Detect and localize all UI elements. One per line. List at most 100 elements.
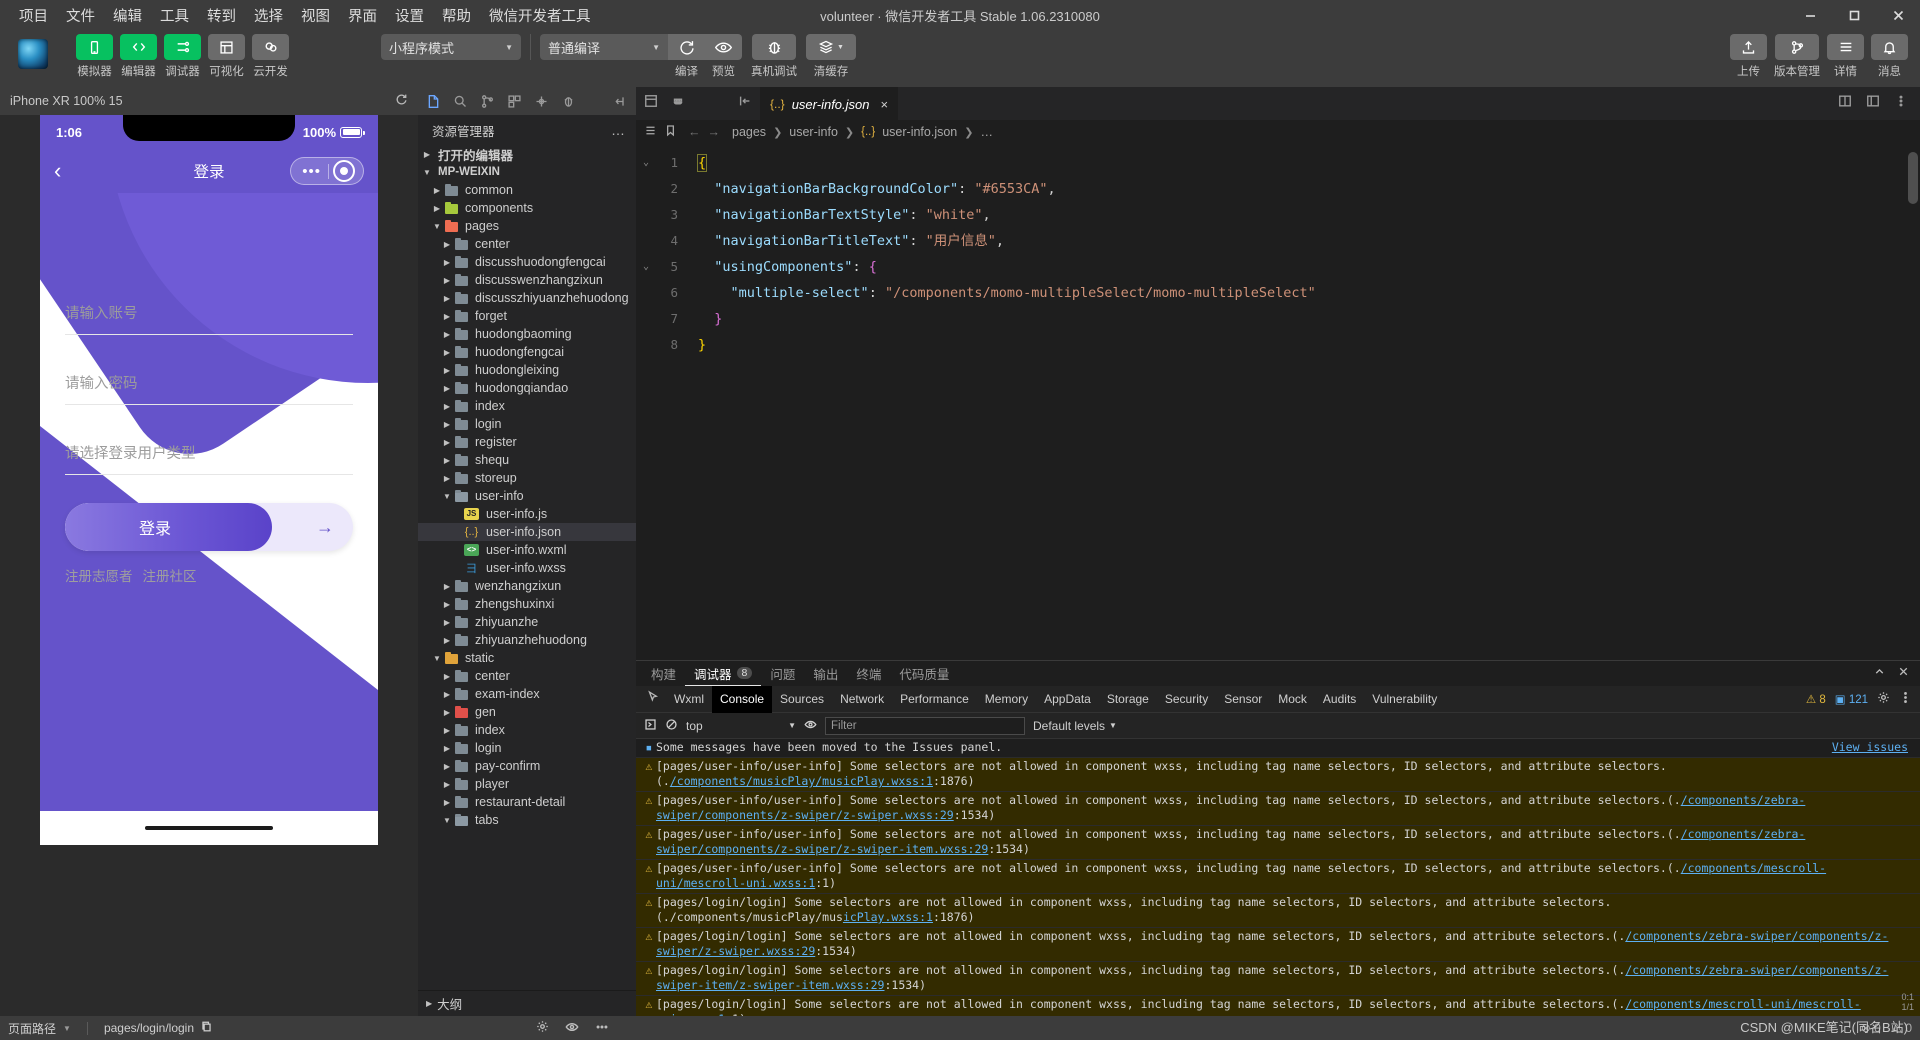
console-message-1[interactable]: ⚠ [pages/user-info/user-info] Some select… xyxy=(636,757,1920,792)
tree-item-huodongqiandao[interactable]: ▶ huodongqiandao xyxy=(418,379,636,397)
extensions-icon[interactable] xyxy=(501,87,528,115)
devtools-tab-vulnerability[interactable]: Vulnerability xyxy=(1364,686,1445,713)
docker-icon[interactable] xyxy=(671,94,685,113)
tree-item-login[interactable]: ▶ login xyxy=(418,415,636,433)
arrow-right-icon[interactable]: → xyxy=(708,125,721,139)
tree-item-restaurant-detail[interactable]: ▶ restaurant-detail xyxy=(418,793,636,811)
chevron-right-icon[interactable]: ▶ xyxy=(440,636,454,645)
chevron-down-icon[interactable]: ▼ xyxy=(430,222,444,231)
devtools-panel-tab-5[interactable]: 代码质量 xyxy=(890,661,958,686)
menu-item-0[interactable]: 项目 xyxy=(10,2,57,29)
chevron-right-icon[interactable]: ▶ xyxy=(440,294,454,303)
tree-item-center[interactable]: ▶ center xyxy=(418,235,636,253)
tree-item-index[interactable]: ▶ index xyxy=(418,397,636,415)
chevron-down-icon[interactable]: ▼ xyxy=(63,1024,71,1033)
menu-item-9[interactable]: 帮助 xyxy=(433,2,480,29)
console-message-2[interactable]: ⚠ [pages/user-info/user-info] Some select… xyxy=(636,791,1920,826)
explorer-more-icon[interactable]: … xyxy=(611,122,626,138)
chevron-down-icon[interactable]: ▼ xyxy=(440,492,454,501)
toolbar-toggle-2[interactable]: 调试器 xyxy=(164,34,201,79)
console-message-3[interactable]: ⚠ [pages/user-info/user-info] Some select… xyxy=(636,825,1920,860)
error-count[interactable]: ▣ 121 xyxy=(1835,692,1868,706)
menu-item-10[interactable]: 微信开发者工具 xyxy=(480,2,600,29)
menu-item-7[interactable]: 界面 xyxy=(339,2,386,29)
more-icon[interactable] xyxy=(595,1020,609,1037)
console-message-4[interactable]: ⚠ [pages/user-info/user-info] Some select… xyxy=(636,859,1920,894)
tree-item-center[interactable]: ▶ center xyxy=(418,667,636,685)
tree-item-discusswenzhangzixun[interactable]: ▶ discusswenzhangzixun xyxy=(418,271,636,289)
warning-count[interactable]: ⚠ 8 xyxy=(1806,692,1826,706)
tree-item-pages[interactable]: ▼ pages xyxy=(418,217,636,235)
devtools-tab-wxml[interactable]: Wxml xyxy=(666,686,712,713)
devtools-tab-performance[interactable]: Performance xyxy=(892,686,977,713)
tree-item-zhiyuanzhehuodong[interactable]: ▶ zhiyuanzhehuodong xyxy=(418,631,636,649)
tree-item-huodongfengcai[interactable]: ▶ huodongfengcai xyxy=(418,343,636,361)
password-field[interactable]: 请输入密码 xyxy=(65,363,353,405)
context-selector[interactable]: top ▼ xyxy=(686,719,796,733)
breadcrumb-file[interactable]: user-info.json xyxy=(882,125,957,139)
settings-gear-icon[interactable] xyxy=(1877,691,1890,707)
chevron-down-icon[interactable]: ▼ xyxy=(440,816,454,825)
console-source-link[interactable]: /components/musicPlay/musicPlay.wxss:1 xyxy=(670,774,933,788)
real-device-debug-button[interactable]: 真机调试 xyxy=(751,34,797,79)
chevron-left-icon[interactable]: ‹ xyxy=(54,160,61,182)
chevron-right-icon[interactable]: ▶ xyxy=(440,762,454,771)
tree-item-zhiyuanzhe[interactable]: ▶ zhiyuanzhe xyxy=(418,613,636,631)
chevron-right-icon[interactable]: ▶ xyxy=(440,726,454,735)
tree-item-login[interactable]: ▶ login xyxy=(418,739,636,757)
login-button[interactable]: 登录 → xyxy=(65,503,353,551)
menu-item-6[interactable]: 视图 xyxy=(292,2,339,29)
eye-icon[interactable] xyxy=(565,1020,579,1037)
tree-item-index[interactable]: ▶ index xyxy=(418,721,636,739)
chevron-right-icon[interactable]: ▶ xyxy=(440,366,454,375)
chevron-right-icon[interactable]: ▶ xyxy=(440,384,454,393)
tree-item-user-info-wxss[interactable]: 彐 user-info.wxss xyxy=(418,559,636,577)
debug-icon[interactable] xyxy=(555,87,582,115)
code-editor[interactable]: ⌄ 1 {2 "navigationBarBackgroundColor": "#6… xyxy=(636,144,1920,660)
devtools-tab-memory[interactable]: Memory xyxy=(977,686,1036,713)
devtools-panel-tab-4[interactable]: 终端 xyxy=(847,661,890,686)
more-icon[interactable] xyxy=(607,87,634,115)
toolbar-toggle-1[interactable]: 编辑器 xyxy=(120,34,157,79)
devtools-tab-audits[interactable]: Audits xyxy=(1315,686,1364,713)
fold-chevron-icon[interactable]: ⌄ xyxy=(636,150,656,176)
inspect-icon[interactable] xyxy=(640,690,666,708)
console-message-8[interactable]: ⚠ [pages/login/login] Some selectors are … xyxy=(636,995,1920,1017)
menu-item-5[interactable]: 选择 xyxy=(245,2,292,29)
chevron-right-icon[interactable]: ▶ xyxy=(440,672,454,681)
fold-chevron-icon[interactable]: ⌄ xyxy=(636,254,656,280)
chevron-right-icon[interactable]: ▶ xyxy=(430,186,444,195)
close-icon[interactable]: × xyxy=(881,97,889,112)
maximize-button[interactable] xyxy=(1832,0,1876,30)
devtools-tab-storage[interactable]: Storage xyxy=(1099,686,1157,713)
minimize-button[interactable] xyxy=(1788,0,1832,30)
console-source-link[interactable]: icPlay.wxss:1 xyxy=(843,910,933,924)
tree-item-huodongbaoming[interactable]: ▶ huodongbaoming xyxy=(418,325,636,343)
console-source-link[interactable]: /components/zebra-swiper/components/z-sw… xyxy=(656,963,1888,993)
console-message-6[interactable]: ⚠ [pages/login/login] Some selectors are … xyxy=(636,927,1920,962)
console-source-link[interactable]: /components/mescroll-uni/mescroll-uni.wx… xyxy=(656,861,1826,891)
tree-item-static[interactable]: ▼ static xyxy=(418,649,636,667)
eye-icon[interactable] xyxy=(804,718,817,734)
arrow-left-icon[interactable]: ← xyxy=(688,125,701,139)
chevron-right-icon[interactable]: ▶ xyxy=(440,420,454,429)
console-source-link[interactable]: /components/mescroll-uni/mescroll-uni.wx… xyxy=(656,997,1861,1017)
chevron-right-icon[interactable]: ▶ xyxy=(430,204,444,213)
devtools-tab-appdata[interactable]: AppData xyxy=(1036,686,1099,713)
console-message-5[interactable]: ⚠ [pages/login/login] Some selectors are … xyxy=(636,893,1920,928)
editor-scrollbar[interactable] xyxy=(1908,152,1918,204)
chevron-down-icon[interactable]: ▼ xyxy=(430,654,444,663)
chevron-right-icon[interactable]: ▶ xyxy=(440,474,454,483)
outline-section[interactable]: ▶ 大纲 xyxy=(418,990,636,1016)
source-control-icon[interactable] xyxy=(474,87,501,115)
mode-select[interactable]: 小程序模式 ▼ xyxy=(381,34,521,60)
console-output[interactable]: ▪ Some messages have been moved to the Is… xyxy=(636,739,1920,1016)
capsule-button[interactable]: ••• xyxy=(290,157,364,185)
compile-select[interactable]: 普通编译 ▼ xyxy=(540,34,668,60)
tree-item-discusszhiyuanzhehuodong[interactable]: ▶ discusszhiyuanzhehuodong xyxy=(418,289,636,307)
console-source-link[interactable]: /components/zebra-swiper/components/z-sw… xyxy=(656,929,1888,959)
chevron-right-icon[interactable]: ▶ xyxy=(440,618,454,627)
files-icon[interactable] xyxy=(420,87,447,115)
upload-button[interactable]: 上传 xyxy=(1730,34,1767,79)
tree-item-common[interactable]: ▶ common xyxy=(418,181,636,199)
